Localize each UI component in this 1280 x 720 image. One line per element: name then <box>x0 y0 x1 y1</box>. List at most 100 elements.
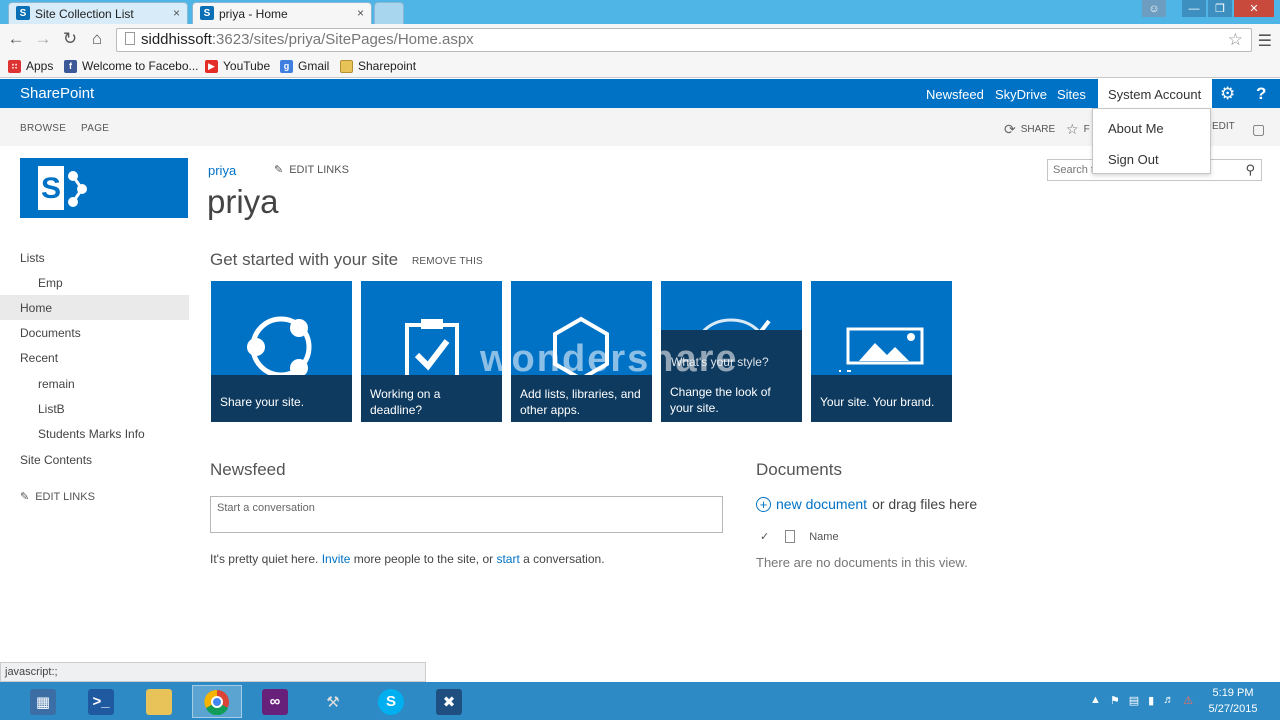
close-tab-icon[interactable]: × <box>173 6 180 20</box>
apps-grid-icon: ∷ <box>8 59 21 73</box>
taskbar-admin-tools[interactable]: ✖ <box>424 685 474 718</box>
bookmark-label: Sharepoint <box>358 59 417 73</box>
tab-priya-home[interactable]: S priya - Home × <box>192 2 372 24</box>
alert-icon[interactable]: ⚠ <box>1183 694 1193 707</box>
nav-item-listb[interactable]: ListB <box>38 396 65 421</box>
remove-this-link[interactable]: REMOVE THIS <box>412 256 483 267</box>
no-documents-message: There are no documents in this view. <box>756 555 968 570</box>
search-icon[interactable]: ⚲ <box>1245 162 1255 178</box>
devices-icon[interactable]: ▤ <box>1129 694 1139 707</box>
share-button[interactable]: ⟳ SHARE <box>1004 121 1055 138</box>
home-icon[interactable]: ⌂ <box>87 29 107 49</box>
suite-link-newsfeed[interactable]: Newsfeed <box>926 87 984 102</box>
edit-links-top-button[interactable]: ✎ EDIT LINKS <box>274 163 349 177</box>
focus-on-content-icon[interactable]: ▢ <box>1252 121 1265 138</box>
bookmark-label: YouTube <box>223 59 271 73</box>
quiet-text: more people to the site, or <box>350 552 497 566</box>
bookmark-apps[interactable]: ∷ Apps <box>8 59 53 73</box>
tab-browse[interactable]: BROWSE <box>20 123 66 134</box>
taskbar-chrome[interactable] <box>192 685 242 718</box>
nav-item-emp[interactable]: Emp <box>38 270 63 295</box>
tab-label: Site Collection List <box>35 6 134 21</box>
taskbar-tools[interactable]: ⚒ <box>308 685 358 718</box>
flag-icon[interactable]: ⚑ <box>1110 694 1120 707</box>
settings-gear-icon[interactable]: ⚙ <box>1220 84 1235 104</box>
plus-circle-icon[interactable]: + <box>756 496 771 512</box>
minimize-icon[interactable]: — <box>1182 0 1206 17</box>
nav-item-lists[interactable]: Lists <box>20 245 45 270</box>
tile-caption: Add lists, libraries, and other apps. <box>511 375 652 422</box>
taskbar-visual-studio[interactable]: ∞ <box>250 685 300 718</box>
taskbar-skype[interactable]: S <box>366 685 416 718</box>
new-document-link[interactable]: new document <box>776 496 867 512</box>
reload-icon[interactable]: ↻ <box>60 29 80 49</box>
invite-link[interactable]: Invite <box>322 552 351 566</box>
browser-menu-icon[interactable]: ☰ <box>1258 31 1272 51</box>
nav-item-remain[interactable]: remain <box>38 371 75 396</box>
taskbar-server-manager[interactable]: ▦ <box>18 685 68 718</box>
close-tab-icon[interactable]: × <box>357 6 364 20</box>
edit-button[interactable]: EDIT <box>1212 121 1235 132</box>
suite-link-sites[interactable]: Sites <box>1057 87 1086 102</box>
follow-button[interactable]: ☆ F <box>1066 121 1090 138</box>
svg-text:S: S <box>41 172 61 205</box>
share-label: SHARE <box>1020 124 1056 135</box>
follow-label: F <box>1083 124 1090 135</box>
forward-arrow-icon[interactable]: → <box>33 29 53 49</box>
start-link[interactable]: start <box>496 552 519 566</box>
account-dropdown-menu: About Me Sign Out <box>1092 108 1211 174</box>
clock-date: 5/27/2015 <box>1208 703 1258 715</box>
volume-icon[interactable]: ♬ <box>1163 694 1174 707</box>
tile-your-brand[interactable]: Your site. Your brand. <box>811 281 952 422</box>
skype-icon: S <box>378 688 404 715</box>
bookmark-youtube[interactable]: ▶ YouTube <box>205 59 270 73</box>
close-window-icon[interactable]: ✕ <box>1234 0 1274 17</box>
site-logo[interactable]: S <box>20 158 188 218</box>
show-hidden-icons-icon[interactable]: ▲ <box>1090 694 1101 707</box>
bookmark-facebook[interactable]: f Welcome to Facebo... <box>64 59 199 73</box>
user-icon[interactable]: ☺ <box>1142 0 1166 17</box>
tab-page[interactable]: PAGE <box>81 123 109 134</box>
tile-add-lists-apps[interactable]: Add lists, libraries, and other apps. <box>511 281 652 422</box>
network-icon[interactable]: ▮ <box>1148 694 1154 707</box>
documents-heading[interactable]: Documents <box>756 460 842 480</box>
back-arrow-icon[interactable]: ← <box>6 29 26 49</box>
nav-item-home[interactable]: Home <box>0 295 189 320</box>
sharepoint-brand[interactable]: SharePoint <box>20 85 94 102</box>
tile-change-look[interactable]: Change the look of your site. What's you… <box>661 281 802 422</box>
nav-item-site-contents[interactable]: Site Contents <box>20 447 92 472</box>
document-type-icon <box>785 530 796 543</box>
taskbar-powershell[interactable]: >_ <box>76 685 126 718</box>
suite-link-skydrive[interactable]: SkyDrive <box>995 87 1047 102</box>
account-menu-button[interactable]: System Account ▼ <box>1098 79 1212 116</box>
bookmark-label: Apps <box>26 59 54 73</box>
tab-site-collection-list[interactable]: S Site Collection List × <box>8 2 188 24</box>
bookmark-sharepoint-folder[interactable]: Sharepoint <box>340 59 416 73</box>
share-icon: ⟳ <box>1004 121 1016 137</box>
url-field[interactable]: siddhissoft:3623/sites/priya/SitePages/H… <box>116 28 1252 52</box>
tile-working-on-deadline[interactable]: Working on a deadline? <box>361 281 502 422</box>
tile-overlay-text: What's your style? <box>671 355 769 369</box>
menu-item-sign-out[interactable]: Sign Out <box>1108 152 1159 167</box>
system-tray: ▲ ⚑ ▤ ▮ ♬ ⚠ <box>1090 694 1193 707</box>
taskbar-file-explorer[interactable] <box>134 685 184 718</box>
help-icon[interactable]: ? <box>1256 84 1266 104</box>
column-name[interactable]: Name <box>809 531 838 543</box>
taskbar-clock[interactable]: 5:19 PM 5/27/2015 <box>1198 685 1268 717</box>
gmail-icon: g <box>280 59 293 73</box>
nav-item-recent[interactable]: Recent <box>20 345 58 370</box>
nav-item-students-marks-info[interactable]: Students Marks Info <box>38 421 145 446</box>
bookmark-star-icon[interactable]: ☆ <box>1228 30 1243 50</box>
bookmarks-bar: ∷ Apps f Welcome to Facebo... ▶ YouTube … <box>0 56 1280 78</box>
restore-icon[interactable]: ❐ <box>1208 0 1232 17</box>
breadcrumb-site-link[interactable]: priya <box>208 163 236 178</box>
edit-links-nav-button[interactable]: ✎ EDIT LINKS <box>20 490 95 504</box>
tile-share-site[interactable]: Share your site. <box>211 281 352 422</box>
bookmark-gmail[interactable]: g Gmail <box>280 59 329 73</box>
start-conversation-input[interactable]: Start a conversation <box>210 496 723 533</box>
nav-item-documents[interactable]: Documents <box>20 320 81 345</box>
menu-item-about-me[interactable]: About Me <box>1108 121 1164 136</box>
new-tab-button[interactable] <box>374 2 404 24</box>
quiet-text: a conversation. <box>519 552 605 566</box>
select-all-checkmark-icon[interactable]: ✓ <box>760 530 769 543</box>
